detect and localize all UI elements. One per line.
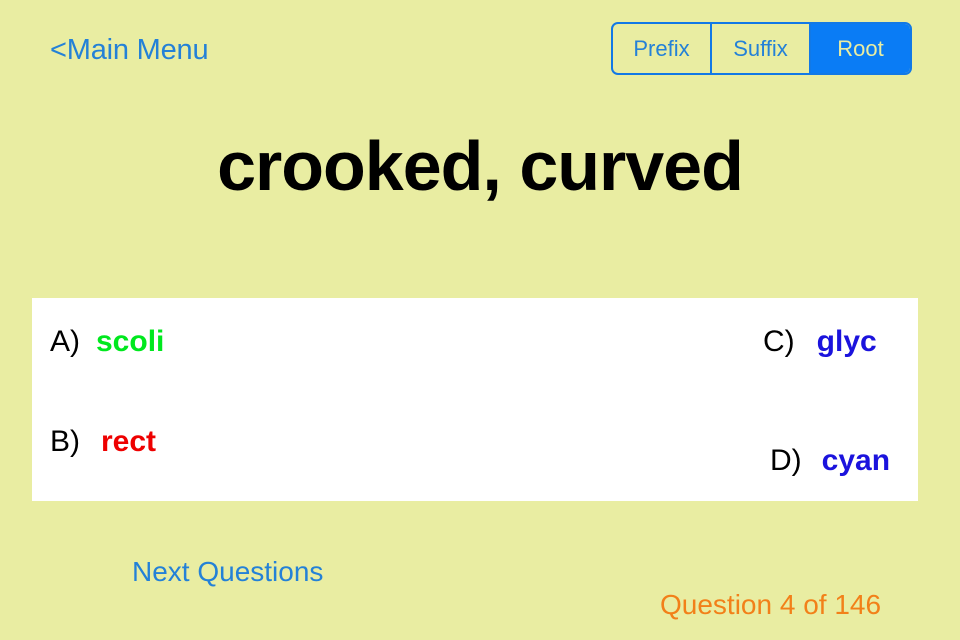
answer-letter-c: C) [763, 325, 795, 358]
answer-letter-b: B) [50, 425, 80, 458]
segment-suffix[interactable]: Suffix [712, 24, 811, 73]
answer-option-d[interactable]: D) cyan [770, 444, 890, 478]
answer-word-c[interactable]: glyc [817, 325, 877, 359]
answer-word-b[interactable]: rect [101, 425, 156, 459]
answer-word-a[interactable]: scoli [96, 325, 164, 359]
answer-option-a[interactable]: A) scoli [50, 325, 164, 359]
back-to-main-menu-link[interactable]: <Main Menu [50, 32, 209, 68]
answer-option-c[interactable]: C) glyc [763, 325, 877, 359]
answer-letter-d: D) [770, 444, 802, 477]
question-prompt: crooked, curved [217, 127, 744, 205]
question-counter: Question 4 of 146 [660, 589, 882, 620]
answer-word-d[interactable]: cyan [822, 444, 890, 478]
answer-options-panel: A) scoli B) rect C) glyc D) cyan [32, 298, 918, 501]
next-questions-link[interactable]: Next Questions [132, 555, 323, 589]
answer-letter-a: A) [50, 325, 80, 358]
segment-root[interactable]: Root [811, 24, 910, 73]
category-segmented-control[interactable]: Prefix Suffix Root [611, 22, 912, 75]
segment-prefix[interactable]: Prefix [613, 24, 712, 73]
top-bar: <Main Menu Prefix Suffix Root [0, 0, 960, 96]
answer-option-b[interactable]: B) rect [50, 425, 156, 459]
